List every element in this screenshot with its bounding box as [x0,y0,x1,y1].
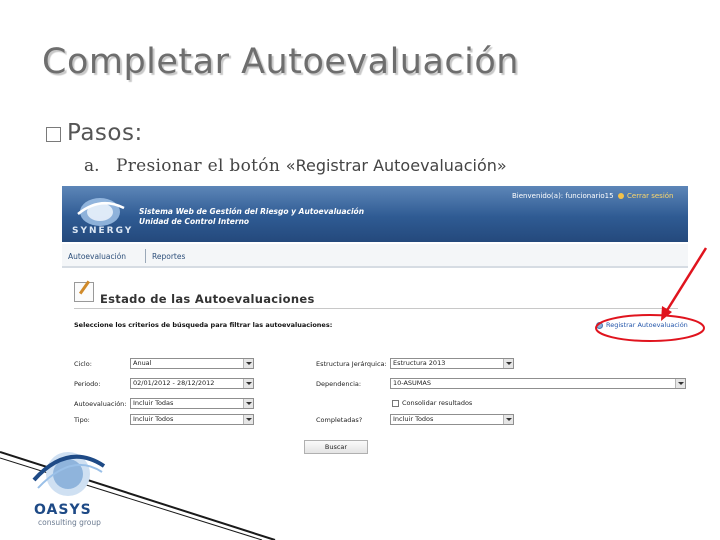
autoevaluacion-select[interactable]: Incluir Todas [130,398,254,409]
chevron-down-icon [243,359,253,368]
step-row: a. Presionar el botón «Registrar Autoeval… [84,156,507,176]
step-text: Presionar el botón [116,156,286,176]
bullet-text: Pasos: [67,120,143,146]
logout-icon [618,193,624,199]
register-icon [596,321,603,329]
ciclo-value: Anual [133,359,152,367]
search-button[interactable]: Buscar [304,440,368,454]
dependencia-value: 10-ASUMAS [393,379,431,387]
system-title: Sistema Web de Gestión del Riesgo y Auto… [139,207,365,216]
periodo-value: 02/01/2012 - 28/12/2012 [133,379,215,387]
periodo-label: Periodo: [74,380,101,388]
autoevaluacion-value: Incluir Todas [133,399,174,407]
ciclo-label: Ciclo: [74,360,92,368]
page-title: Estado de las Autoevaluaciones [100,292,315,306]
bullet-row: Pasos: [46,120,143,146]
chevron-down-icon [243,415,253,424]
step-letter: a. [84,156,100,176]
dependencia-label: Dependencia: [316,380,362,388]
autoevaluacion-label: Autoevaluación: [74,400,127,408]
title-divider [74,308,678,309]
oasys-tagline: consulting group [38,518,101,527]
welcome-text: Bienvenido(a): funcionario15 [512,192,614,200]
estructura-select[interactable]: Estructura 2013 [390,358,514,369]
app-banner: SYNERGY Sistema Web de Gestión del Riesg… [62,186,688,242]
logo-word: SYNERGY [72,226,134,236]
tipo-label: Tipo: [74,416,90,424]
app-screenshot: SYNERGY Sistema Web de Gestión del Riesg… [62,186,688,540]
consolidar-checkbox[interactable] [392,399,399,407]
logout-link[interactable]: Cerrar sesión [618,192,673,200]
step-quote: «Registrar Autoevaluación» [285,156,507,175]
menu-bar: Autoevaluación Reportes [62,244,688,268]
system-subtitle: Unidad de Control Interno [139,217,250,226]
chevron-down-icon [503,415,513,424]
oasys-brand-name: OASYS [34,502,92,518]
instructions-text: Seleccione los criterios de búsqueda par… [74,321,333,329]
register-link-label: Registrar Autoevaluación [606,321,688,329]
completadas-label: Completadas? [316,416,363,424]
register-autoevaluacion-link[interactable]: Registrar Autoevaluación [596,321,688,329]
consolidar-checkbox-row[interactable]: Consolidar resultados [392,399,472,407]
estructura-label: Estructura Jerárquica: [316,360,387,368]
chevron-down-icon [243,399,253,408]
chevron-down-icon [243,379,253,388]
bullet-box-icon [46,126,61,142]
chevron-down-icon [675,379,685,388]
completadas-value: Incluir Todos [393,415,434,423]
periodo-select[interactable]: 02/01/2012 - 28/12/2012 [130,378,254,389]
slide-title: Completar Autoevaluación [42,42,519,82]
consolidar-label: Consolidar resultados [402,399,473,407]
logout-label: Cerrar sesión [627,192,674,200]
tipo-select[interactable]: Incluir Todos [130,414,254,425]
completadas-select[interactable]: Incluir Todos [390,414,514,425]
menu-separator [145,249,146,263]
dependencia-select[interactable]: 10-ASUMAS [390,378,686,389]
menu-item-autoevaluacion[interactable]: Autoevaluación [68,252,126,261]
tipo-value: Incluir Todos [133,415,174,423]
estructura-value: Estructura 2013 [393,359,446,367]
ciclo-select[interactable]: Anual [130,358,254,369]
edit-document-icon [74,282,94,302]
menu-item-reportes[interactable]: Reportes [152,252,185,261]
chevron-down-icon [503,359,513,368]
